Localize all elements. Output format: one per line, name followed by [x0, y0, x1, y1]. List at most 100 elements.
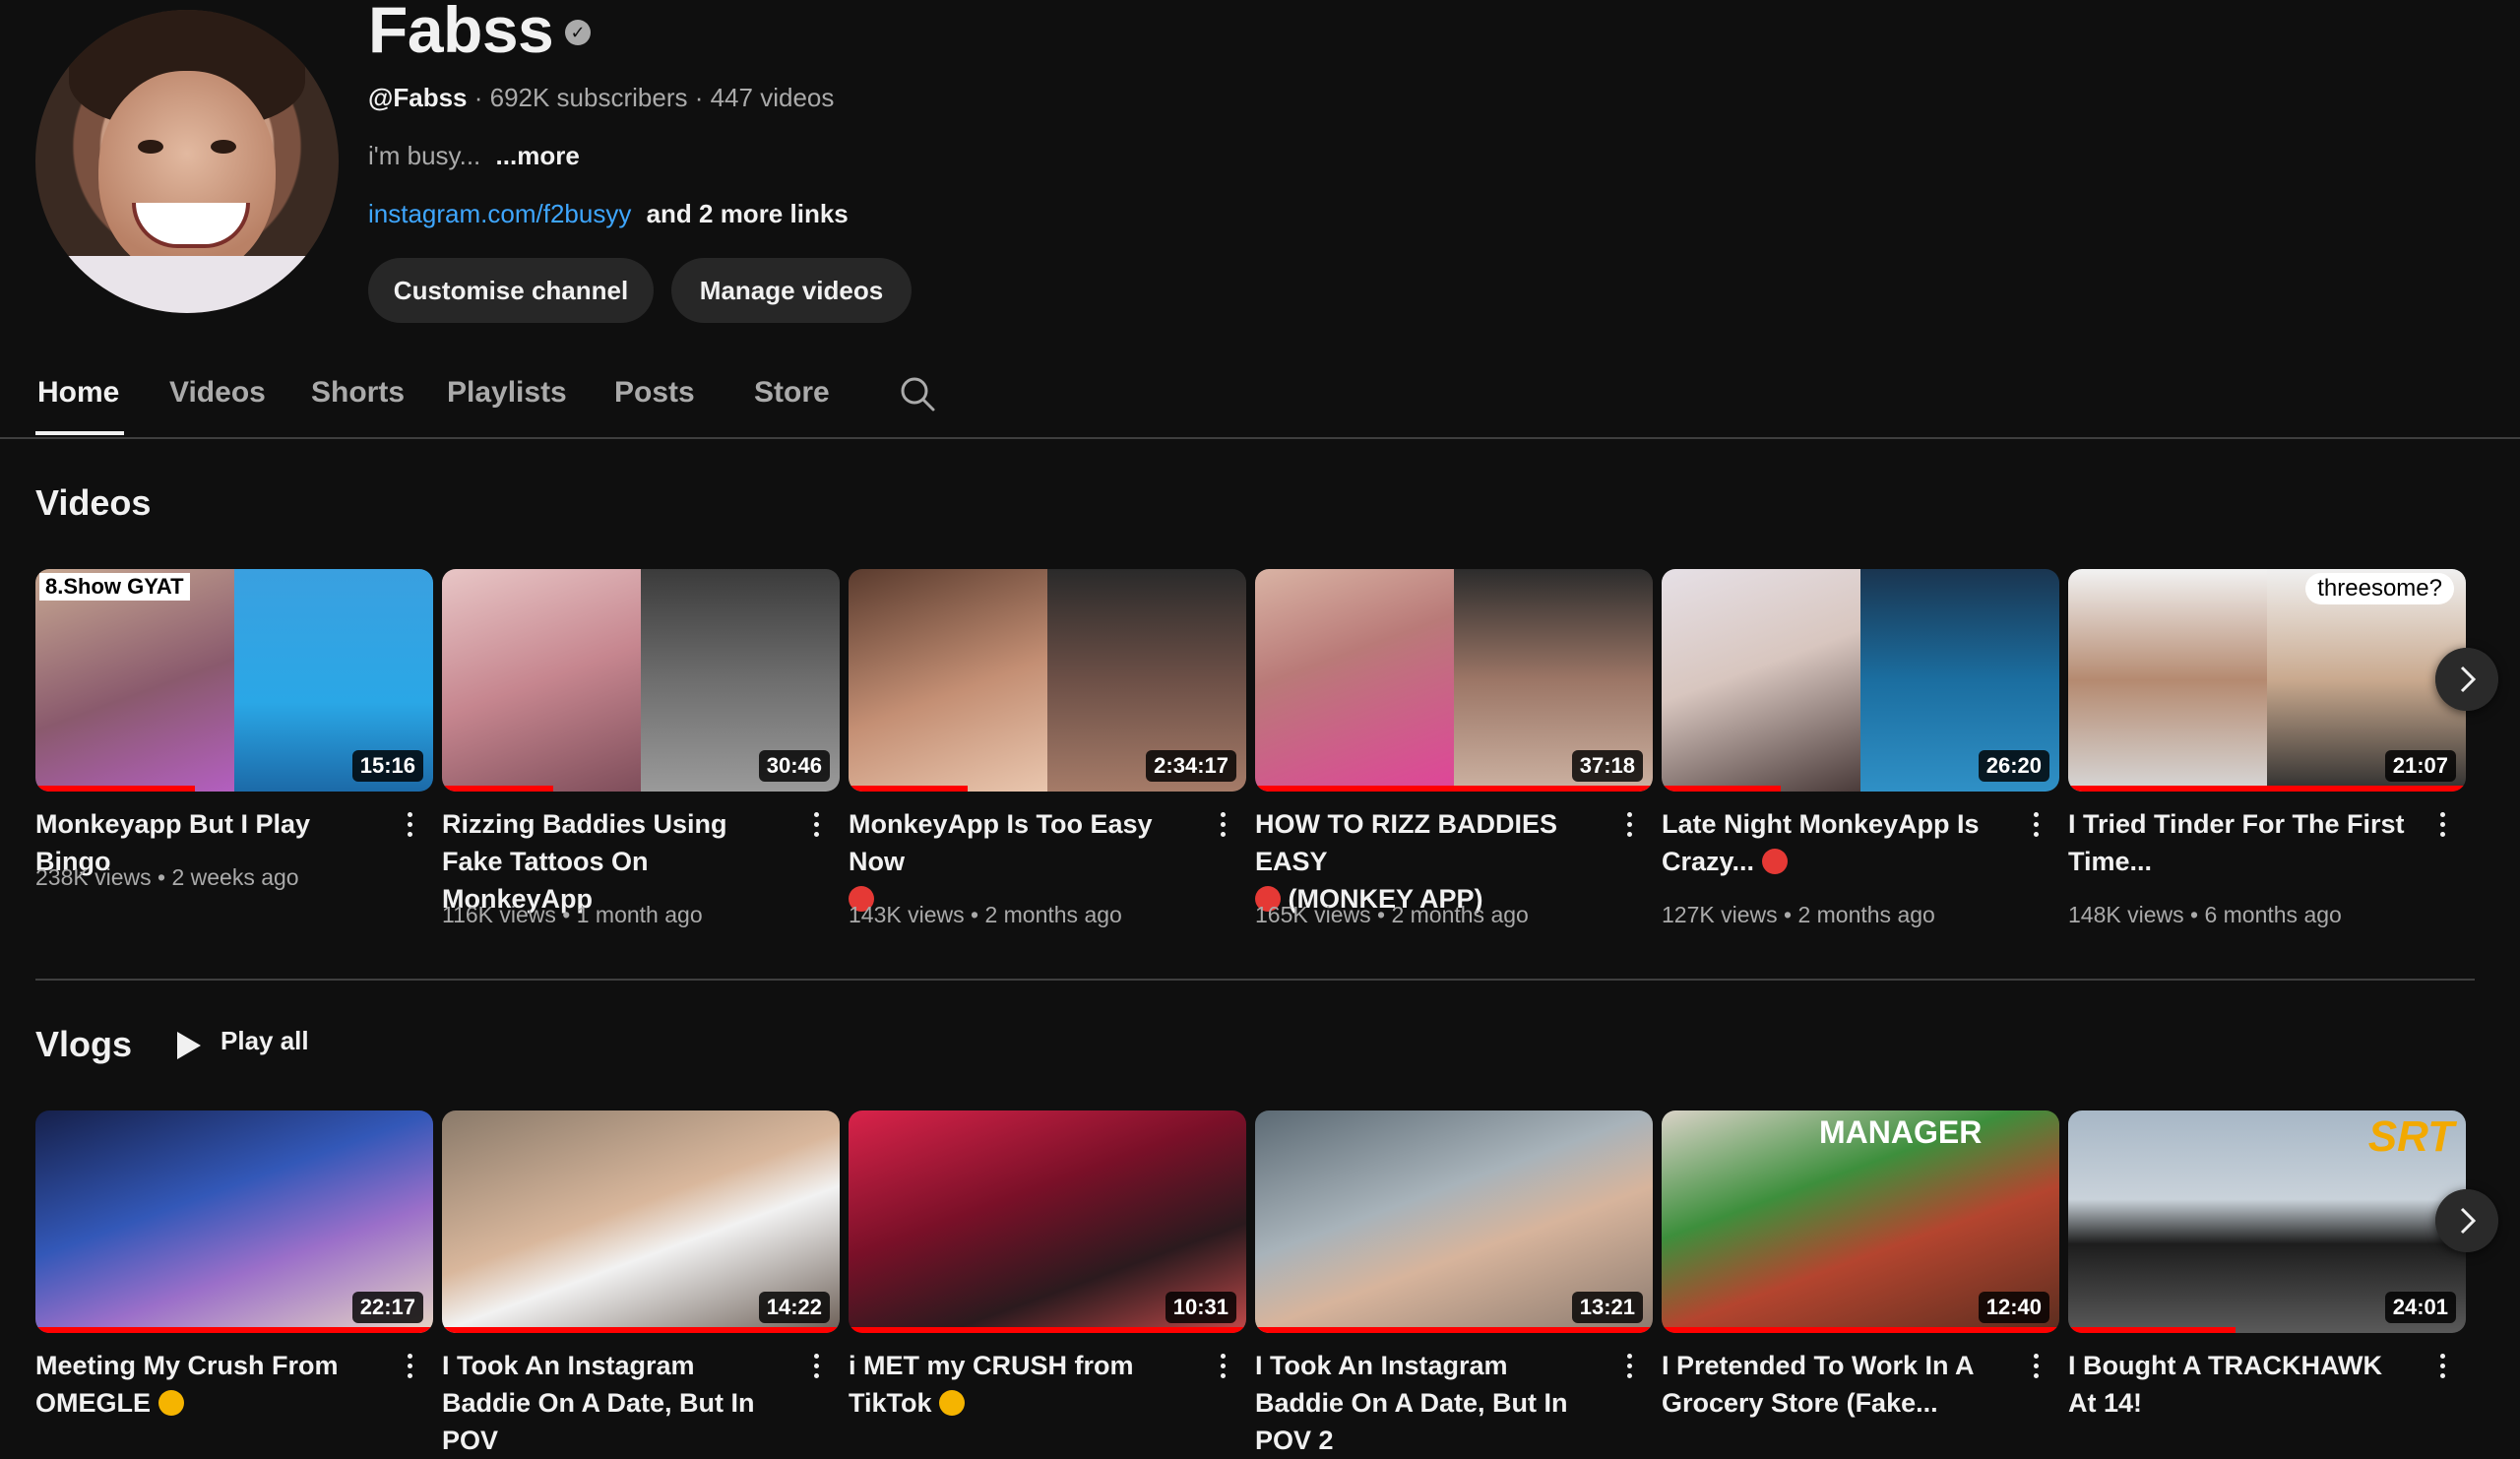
video-duration: 2:34:17 — [1146, 750, 1236, 782]
watch-progress — [849, 786, 969, 792]
video-duration: 13:21 — [1571, 1292, 1643, 1323]
instagram-link[interactable]: instagram.com/f2busyy — [368, 199, 631, 228]
vlog-thumbnail[interactable]: 10:31 — [849, 1110, 1246, 1333]
thumbnail-caption: threesome? — [2305, 573, 2454, 604]
vlog-thumbnail[interactable]: 22:17 — [35, 1110, 433, 1333]
vlog-thumbnail[interactable]: 14:22 — [442, 1110, 840, 1333]
next-videos-arrow-icon[interactable] — [2435, 648, 2498, 711]
video-title[interactable]: Late Night MonkeyApp Is Crazy... — [1662, 805, 2006, 880]
tab-home[interactable]: Home — [37, 376, 119, 410]
more-links-link[interactable]: and 2 more links — [647, 199, 849, 228]
next-vlogs-arrow-icon[interactable] — [2435, 1189, 2498, 1252]
video-menu-icon[interactable] — [804, 1349, 828, 1388]
customise-channel-button[interactable]: Customise channel — [368, 258, 654, 323]
tab-playlists[interactable]: Playlists — [447, 376, 567, 410]
video-title-text: Late Night MonkeyApp Is Crazy... — [1662, 809, 1980, 876]
vlog-title[interactable]: I Bought A TRACKHAWK At 14! — [2068, 1347, 2413, 1422]
video-title[interactable]: MonkeyApp Is Too Easy Now — [849, 805, 1193, 918]
video-menu-icon[interactable] — [398, 807, 421, 847]
video-menu-icon[interactable] — [2430, 1349, 2454, 1388]
watch-progress — [442, 1327, 840, 1333]
watch-progress — [442, 786, 554, 792]
video-menu-icon[interactable] — [1617, 807, 1641, 847]
channel-name: Fabss — [368, 0, 554, 66]
thumbnail-caption: 8.Show GYAT — [39, 573, 190, 601]
channel-avatar[interactable] — [35, 10, 339, 313]
video-duration: 24:01 — [2384, 1292, 2456, 1323]
video-menu-icon[interactable] — [804, 807, 828, 847]
watch-progress — [1255, 1327, 1653, 1333]
watch-progress — [1662, 786, 1782, 792]
video-duration: 30:46 — [758, 750, 830, 782]
channel-description[interactable]: i'm busy... ...more — [368, 141, 580, 171]
video-duration: 14:22 — [758, 1292, 830, 1323]
video-thumbnail[interactable]: 30:46 — [442, 569, 840, 792]
video-stats: 143K views • 2 months ago — [849, 902, 1122, 927]
vlog-thumbnail[interactable]: 13:21 — [1255, 1110, 1653, 1333]
video-menu-icon[interactable] — [398, 1349, 421, 1388]
play-icon[interactable] — [175, 1030, 203, 1061]
channel-handle: @Fabss — [368, 83, 468, 112]
channel-meta: @Fabss · 692K subscribers · 447 videos — [368, 83, 834, 113]
watch-progress — [1255, 786, 1653, 792]
video-stats: 127K views • 2 months ago — [1662, 902, 1935, 927]
video-thumbnail[interactable]: 37:18 — [1255, 569, 1653, 792]
video-title[interactable]: HOW TO RIZZ BADDIES EASY (MONKEY APP) — [1255, 805, 1600, 918]
vlog-title[interactable]: i MET my CRUSH from TikTok — [849, 1347, 1193, 1422]
search-icon[interactable] — [898, 374, 937, 413]
description-text: i'm busy... — [368, 141, 481, 170]
section-divider — [35, 979, 2475, 981]
thumbnail-caption: SRT — [2367, 1112, 2454, 1161]
video-title[interactable]: Rizzing Baddies Using Fake Tattoos On Mo… — [442, 805, 787, 918]
thumbnail-caption: MANAGER — [1819, 1114, 1983, 1150]
video-thumbnail[interactable]: threesome? 21:07 — [2068, 569, 2466, 792]
video-title[interactable]: I Tried Tinder For The First Time... — [2068, 805, 2413, 880]
vlog-thumbnail[interactable]: SRT 24:01 — [2068, 1110, 2466, 1333]
video-thumbnail[interactable]: 26:20 — [1662, 569, 2059, 792]
video-duration: 10:31 — [1165, 1292, 1236, 1323]
tab-posts[interactable]: Posts — [614, 376, 695, 410]
video-title-text: MonkeyApp Is Too Easy Now — [849, 809, 1153, 876]
watch-progress — [2068, 786, 2466, 792]
video-menu-icon[interactable] — [2024, 807, 2048, 847]
video-duration: 22:17 — [351, 1292, 423, 1323]
video-title-text: HOW TO RIZZ BADDIES EASY — [1255, 809, 1557, 876]
watch-progress — [2068, 1327, 2236, 1333]
channel-links: instagram.com/f2busyy and 2 more links — [368, 199, 849, 229]
video-stats: 238K views • 2 weeks ago — [35, 864, 299, 890]
tab-shorts[interactable]: Shorts — [311, 376, 405, 410]
description-more-link[interactable]: ...more — [496, 141, 580, 170]
video-duration: 26:20 — [1978, 750, 2049, 782]
star-eyes-emoji-icon — [158, 1390, 184, 1416]
video-duration: 12:40 — [1978, 1292, 2049, 1323]
video-thumbnail[interactable]: 2:34:17 — [849, 569, 1246, 792]
watch-progress — [849, 1327, 1246, 1333]
tab-videos[interactable]: Videos — [169, 376, 266, 410]
verified-icon: ✓ — [565, 20, 591, 45]
vlog-title[interactable]: I Took An Instagram Baddie On A Date, Bu… — [1255, 1347, 1600, 1459]
tab-store[interactable]: Store — [754, 376, 830, 410]
vlog-title-text: i MET my CRUSH from TikTok — [849, 1351, 1134, 1418]
vlog-title[interactable]: Meeting My Crush From OMEGLE — [35, 1347, 380, 1422]
vlog-thumbnail[interactable]: MANAGER 12:40 — [1662, 1110, 2059, 1333]
vlog-title[interactable]: I Pretended To Work In A Grocery Store (… — [1662, 1347, 2006, 1422]
video-duration: 15:16 — [351, 750, 423, 782]
video-stats: 148K views • 6 months ago — [2068, 902, 2342, 927]
video-menu-icon[interactable] — [2024, 1349, 2048, 1388]
video-menu-icon[interactable] — [2430, 807, 2454, 847]
watch-progress — [35, 1327, 433, 1333]
watch-progress — [35, 786, 195, 792]
vlog-title-text: Meeting My Crush From OMEGLE — [35, 1351, 339, 1418]
videos-section-title: Videos — [35, 482, 152, 523]
video-duration: 37:18 — [1571, 750, 1643, 782]
video-stats: 165K views • 2 months ago — [1255, 902, 1529, 927]
video-menu-icon[interactable] — [1211, 807, 1234, 847]
watch-progress — [1662, 1327, 2059, 1333]
video-thumbnail[interactable]: 8.Show GYAT 15:16 — [35, 569, 433, 792]
play-all-button[interactable]: Play all — [220, 1026, 309, 1056]
manage-videos-button[interactable]: Manage videos — [671, 258, 912, 323]
vlog-title[interactable]: I Took An Instagram Baddie On A Date, Bu… — [442, 1347, 787, 1459]
video-menu-icon[interactable] — [1617, 1349, 1641, 1388]
star-eyes-emoji-icon — [939, 1390, 966, 1416]
video-menu-icon[interactable] — [1211, 1349, 1234, 1388]
